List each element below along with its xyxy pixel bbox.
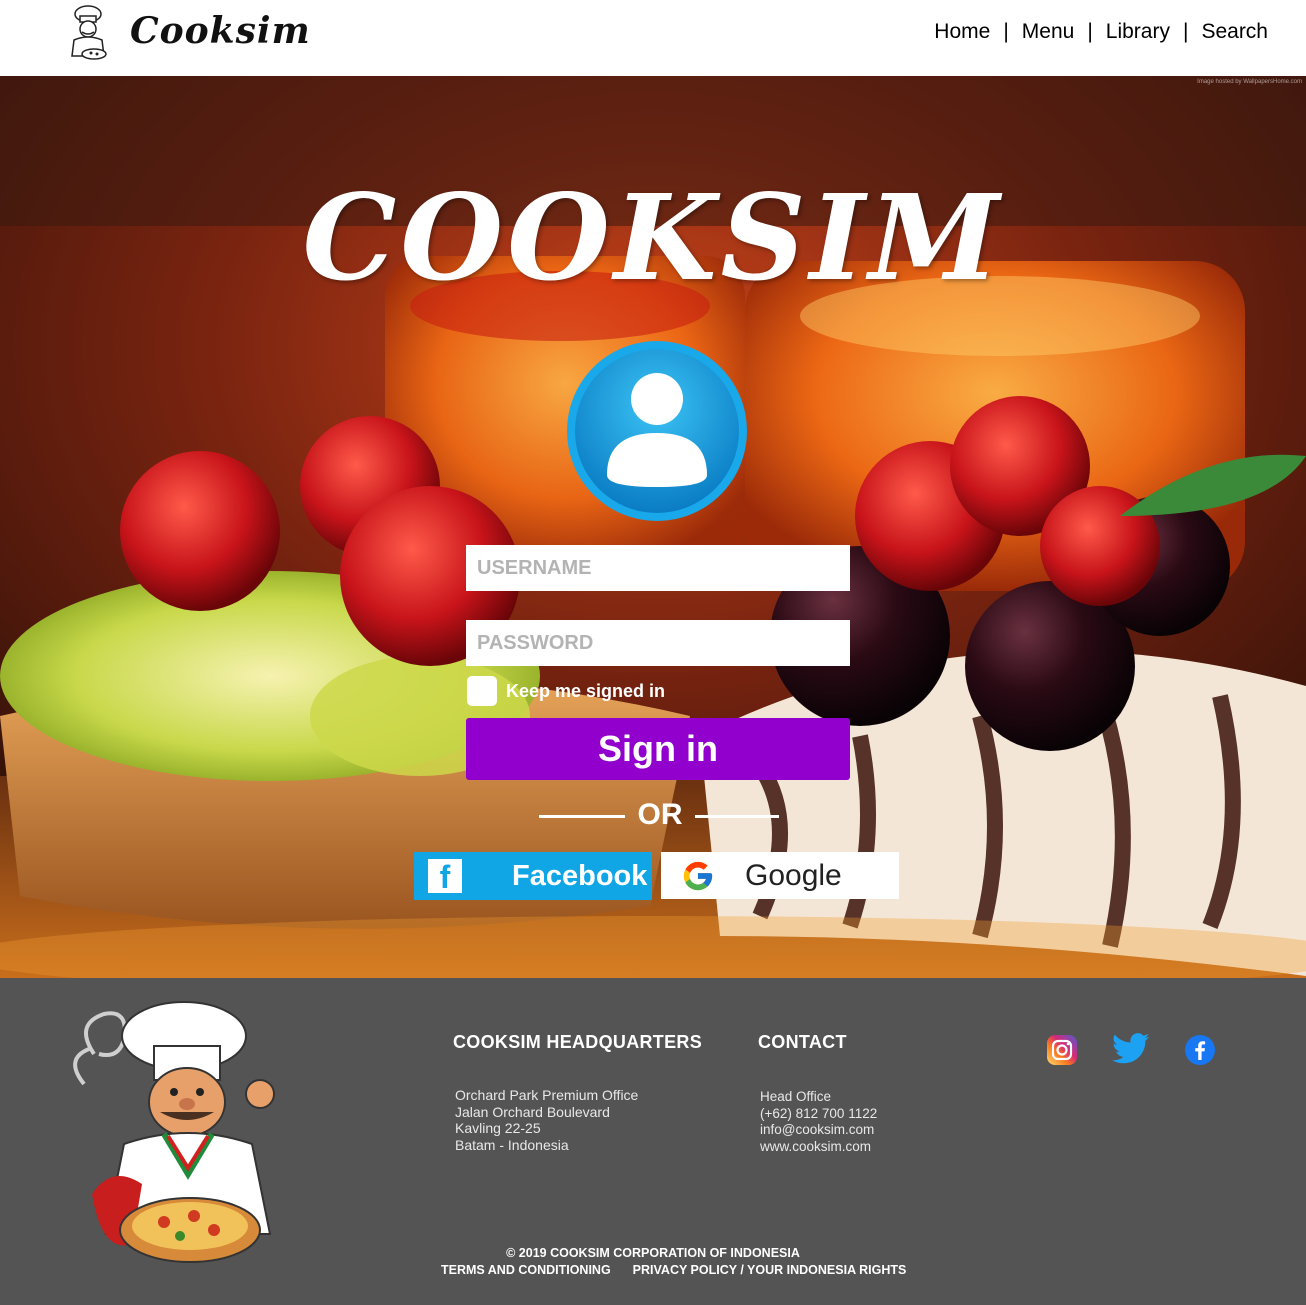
contact-title: CONTACT xyxy=(758,1032,847,1052)
image-credit: Image hosted by WallpapersHome.com xyxy=(1197,79,1302,85)
facebook-login-label: Facebook xyxy=(512,859,648,892)
contact-details: Head Office (+62) 812 700 1122 info@cook… xyxy=(760,1089,877,1155)
nav-search-link[interactable]: Search xyxy=(1201,20,1268,44)
divider-line xyxy=(695,815,779,818)
chef-mascot-icon xyxy=(73,1001,275,1263)
top-header: Cooksim Home | Menu | Library | Search xyxy=(0,0,1306,76)
brand-name[interactable]: Cooksim xyxy=(130,10,311,52)
nav-separator: | xyxy=(1182,20,1189,43)
address-line: Jalan Orchard Boulevard xyxy=(455,1103,610,1120)
nav-menu-link[interactable]: Menu xyxy=(1022,20,1075,44)
facebook-icon[interactable] xyxy=(1184,1034,1216,1066)
user-avatar-icon xyxy=(567,341,747,521)
username-input[interactable] xyxy=(466,545,850,591)
contact-email-link[interactable]: info@cooksim.com xyxy=(760,1122,877,1139)
headquarters-title: COOKSIM HEADQUARTERS xyxy=(453,1032,703,1052)
nav-library-link[interactable]: Library xyxy=(1106,20,1170,44)
terms-link[interactable]: TERMS AND CONDITIONING xyxy=(441,1263,611,1277)
headquarters-address: Orchard Park Premium Office Jalan Orchar… xyxy=(455,1087,638,1153)
privacy-policy-link[interactable]: PRIVACY POLICY / YOUR INDONESIA RIGHTS xyxy=(633,1263,907,1277)
divider-line xyxy=(539,815,625,818)
keep-signed-in-label[interactable]: Keep me signed in xyxy=(506,681,665,702)
or-label: OR xyxy=(637,798,683,831)
contact-label: Head Office xyxy=(760,1089,832,1104)
chef-logo-icon[interactable] xyxy=(64,4,112,64)
facebook-icon: f xyxy=(428,859,462,895)
site-footer: COOKSIM HEADQUARTERS Orchard Park Premiu… xyxy=(0,978,1306,1305)
address-line: Batam - Indonesia xyxy=(455,1136,569,1153)
twitter-icon[interactable] xyxy=(1112,1033,1150,1065)
google-login-button[interactable]: Google xyxy=(661,852,899,899)
google-login-label: Google xyxy=(745,858,842,892)
hero-title: COOKSIM xyxy=(302,168,1004,307)
keep-signed-in-row: Keep me signed in xyxy=(467,676,665,706)
facebook-login-button[interactable]: f Facebook xyxy=(414,852,652,900)
google-icon xyxy=(683,861,713,890)
copyright-text: © 2019 COOKSIM CORPORATION OF INDONESIA xyxy=(506,1246,800,1260)
instagram-icon[interactable] xyxy=(1046,1034,1078,1066)
hero-login-section: Image hosted by WallpapersHome.com COOKS… xyxy=(0,76,1306,978)
nav-separator: | xyxy=(1003,20,1009,43)
address-line: Orchard Park Premium Office xyxy=(455,1087,639,1103)
facebook-glyph: f xyxy=(439,859,451,895)
main-nav: Home | Menu | Library | Search xyxy=(934,20,1268,44)
nav-separator: | xyxy=(1087,20,1093,43)
password-input[interactable] xyxy=(466,620,850,666)
contact-phone[interactable]: (+62) 812 700 1122 xyxy=(760,1106,877,1123)
nav-home-link[interactable]: Home xyxy=(934,20,990,44)
keep-signed-in-checkbox[interactable] xyxy=(467,676,497,706)
legal-links: TERMS AND CONDITIONING PRIVACY POLICY / … xyxy=(441,1263,906,1277)
address-line: Kavling 22-25 xyxy=(455,1120,541,1136)
or-divider: OR xyxy=(539,798,779,834)
contact-website-link[interactable]: www.cooksim.com xyxy=(760,1139,877,1156)
sign-in-button[interactable]: Sign in xyxy=(466,718,850,780)
